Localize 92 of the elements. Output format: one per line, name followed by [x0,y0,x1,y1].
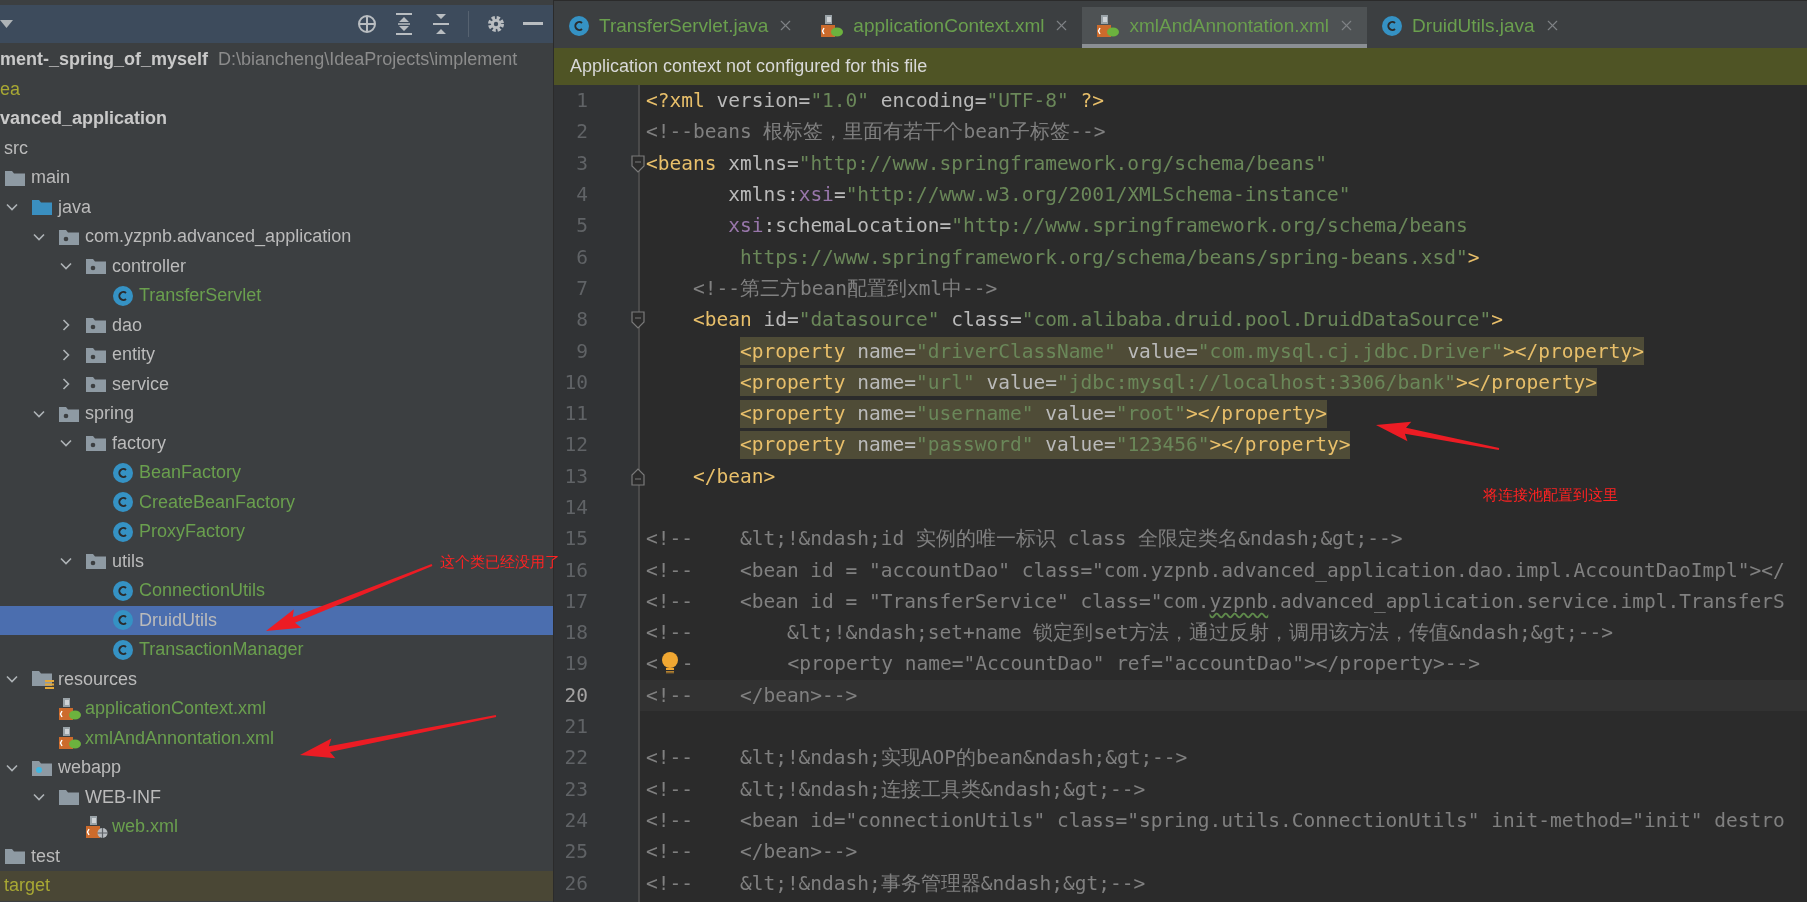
code-line: xmlns:xsi="http://www.w3.org/2001/XMLSchema-instance" [727,182,1351,209]
code-line: <!-- &lt;!&ndash;实现AOP的bean&ndash;&gt;--> [646,745,1188,772]
package-folder-icon [85,552,107,571]
package-folder-icon [85,434,107,453]
xml-file-icon [58,696,82,721]
code-line: <!-- &lt;!&ndash;set+name 锁定到set方法，通过反射，调用该方法，传值&ndash;&gt;--> [646,620,1613,647]
tree-item[interactable]: BeanFactory [0,458,248,488]
resources-folder-icon [31,669,55,690]
code-line: <!-- &lt;!&ndash;事务管理器&ndash;&gt;--> [646,870,1146,897]
tree-item[interactable]: main [0,163,76,193]
tree-item[interactable]: TransferServlet [0,281,268,311]
tree-item[interactable]: com.yzpnb.advanced_application [0,222,358,252]
code-line: <!-- <bean id = "accountDao" class="com.yzpnb.advanced_application.dao.impl.AccountDaoImpl"></ [646,557,1785,584]
folder-icon [31,198,53,217]
code-line: <!-- &lt;!&ndash;id 实例的唯一标识 class 全限定类名&ndash;&gt;--> [646,526,1403,553]
tree-item[interactable]: ConnectionUtils [0,576,272,606]
tree-item[interactable]: applicationContext.xml [0,694,273,724]
tree-item[interactable]: CreateBeanFactory [0,487,302,517]
tree-item[interactable]: factory [0,428,173,458]
tree-item[interactable]: webapp [0,753,128,783]
file-tab[interactable]: DruidUtils.java [1367,7,1573,48]
code-line: <!-- </bean>--> [646,682,858,709]
tree-item[interactable]: WEB-INF [0,782,167,812]
line-number: 20 [564,682,588,709]
fold-marker-icon[interactable] [631,311,645,330]
tree-item[interactable]: resources [0,664,144,694]
code-line: https://www.springframework.org/schema/beans/spring-beans.xsd"> [738,244,1480,271]
package-folder-icon [85,345,107,364]
dropdown-caret-icon[interactable] [0,19,14,29]
class-icon [112,638,134,661]
tree-item[interactable]: target [0,871,553,901]
package-folder-icon [58,404,80,423]
code-line: <bean id="datasource" class="com.alibaba.druid.pool.DruidDataSource"> [691,307,1504,334]
tree-item[interactable]: dao [0,310,149,340]
crosshair-icon[interactable] [357,14,377,34]
class-icon [568,14,590,37]
code-line: <!-- </bean>--> [646,839,858,866]
tree-item[interactable]: ment-_spring_of_myself D:\biancheng\IdeaProjects\implement [0,45,524,75]
package-folder-icon [58,227,80,246]
folder-icon [58,788,80,807]
class-icon [112,461,134,484]
tree-item[interactable]: web.xml [0,812,184,842]
xml-file-icon [85,814,109,839]
fold-marker-icon[interactable] [631,154,645,173]
class-icon [112,284,134,307]
project-path: D:\biancheng\IdeaProjects\implement [218,49,518,71]
tree-item[interactable]: vanced_application [0,104,174,134]
package-folder-icon [85,257,107,276]
tree-item[interactable]: utils [0,546,150,576]
tree-item[interactable]: service [0,369,175,399]
code-line: xsi:schemaLocation="http://www.springframework.org/schema/beans [727,213,1468,240]
notification-banner: Application context not configured for this file [554,48,1807,85]
folder-icon [4,847,26,866]
xml-file-icon [820,13,845,38]
tree-item[interactable]: java [0,192,98,222]
collapse-all-icon[interactable] [431,13,451,35]
xml-file-icon [1096,13,1121,38]
class-icon [112,491,134,514]
tree-item[interactable]: ProxyFactory [0,517,252,547]
annotation-note: 将连接池配置到这里 [1483,486,1618,505]
tree-item[interactable]: TransactionManager [0,635,310,665]
file-tab[interactable]: TransferServlet.java [554,7,807,48]
expand-all-icon[interactable] [394,13,414,35]
tree-item[interactable]: controller [0,251,193,281]
folder-icon [4,168,26,187]
settings-icon[interactable] [486,14,506,34]
code-line: < - <property name="AccountDao" ref="accountDao"></property>--> [646,650,1481,678]
code-line: </bean> [691,463,776,490]
xml-file-icon [58,726,82,751]
class-icon [1381,14,1404,37]
code-line: <!-- <bean id="connectionUtils" class="spring.utils.ConnectionUtils" init-method="init" destro [646,807,1785,834]
tree-item[interactable]: xmlAndAnnontation.xml [0,723,281,753]
code-line: <beans xmlns="http://www.springframework.org/schema/beans" [646,150,1327,177]
class-icon [112,609,134,632]
tree-item[interactable]: ea [0,74,27,104]
code-line: <!--第三方bean配置到xml中--> [691,275,998,302]
tree-item[interactable]: test [0,841,66,871]
web-folder-icon [31,758,53,777]
file-tab[interactable]: applicationContext.xml [806,7,1083,48]
tree-item[interactable]: spring [0,399,141,429]
code-line: <!-- &lt;!&ndash;连接工具类&ndash;&gt;--> [646,776,1146,803]
code-line: <!-- <bean id = "TransferService" class="com.yzpnb.advanced_application.service.impl.TransferS [646,588,1785,615]
tree-item[interactable]: entity [0,340,162,370]
code-line: <?xml version="1.0" encoding="UTF-8" ?> [646,88,1104,115]
package-folder-icon [85,316,107,335]
class-icon [112,520,134,543]
class-icon [112,579,134,602]
code-line: <!--beans 根标签，里面有若干个bean子标签--> [646,119,1106,146]
package-folder-icon [85,375,107,394]
annotation-note: 这个类已经没用了 [440,553,560,572]
tree-item[interactable]: src [0,133,34,163]
minimize-icon[interactable] [523,22,543,26]
